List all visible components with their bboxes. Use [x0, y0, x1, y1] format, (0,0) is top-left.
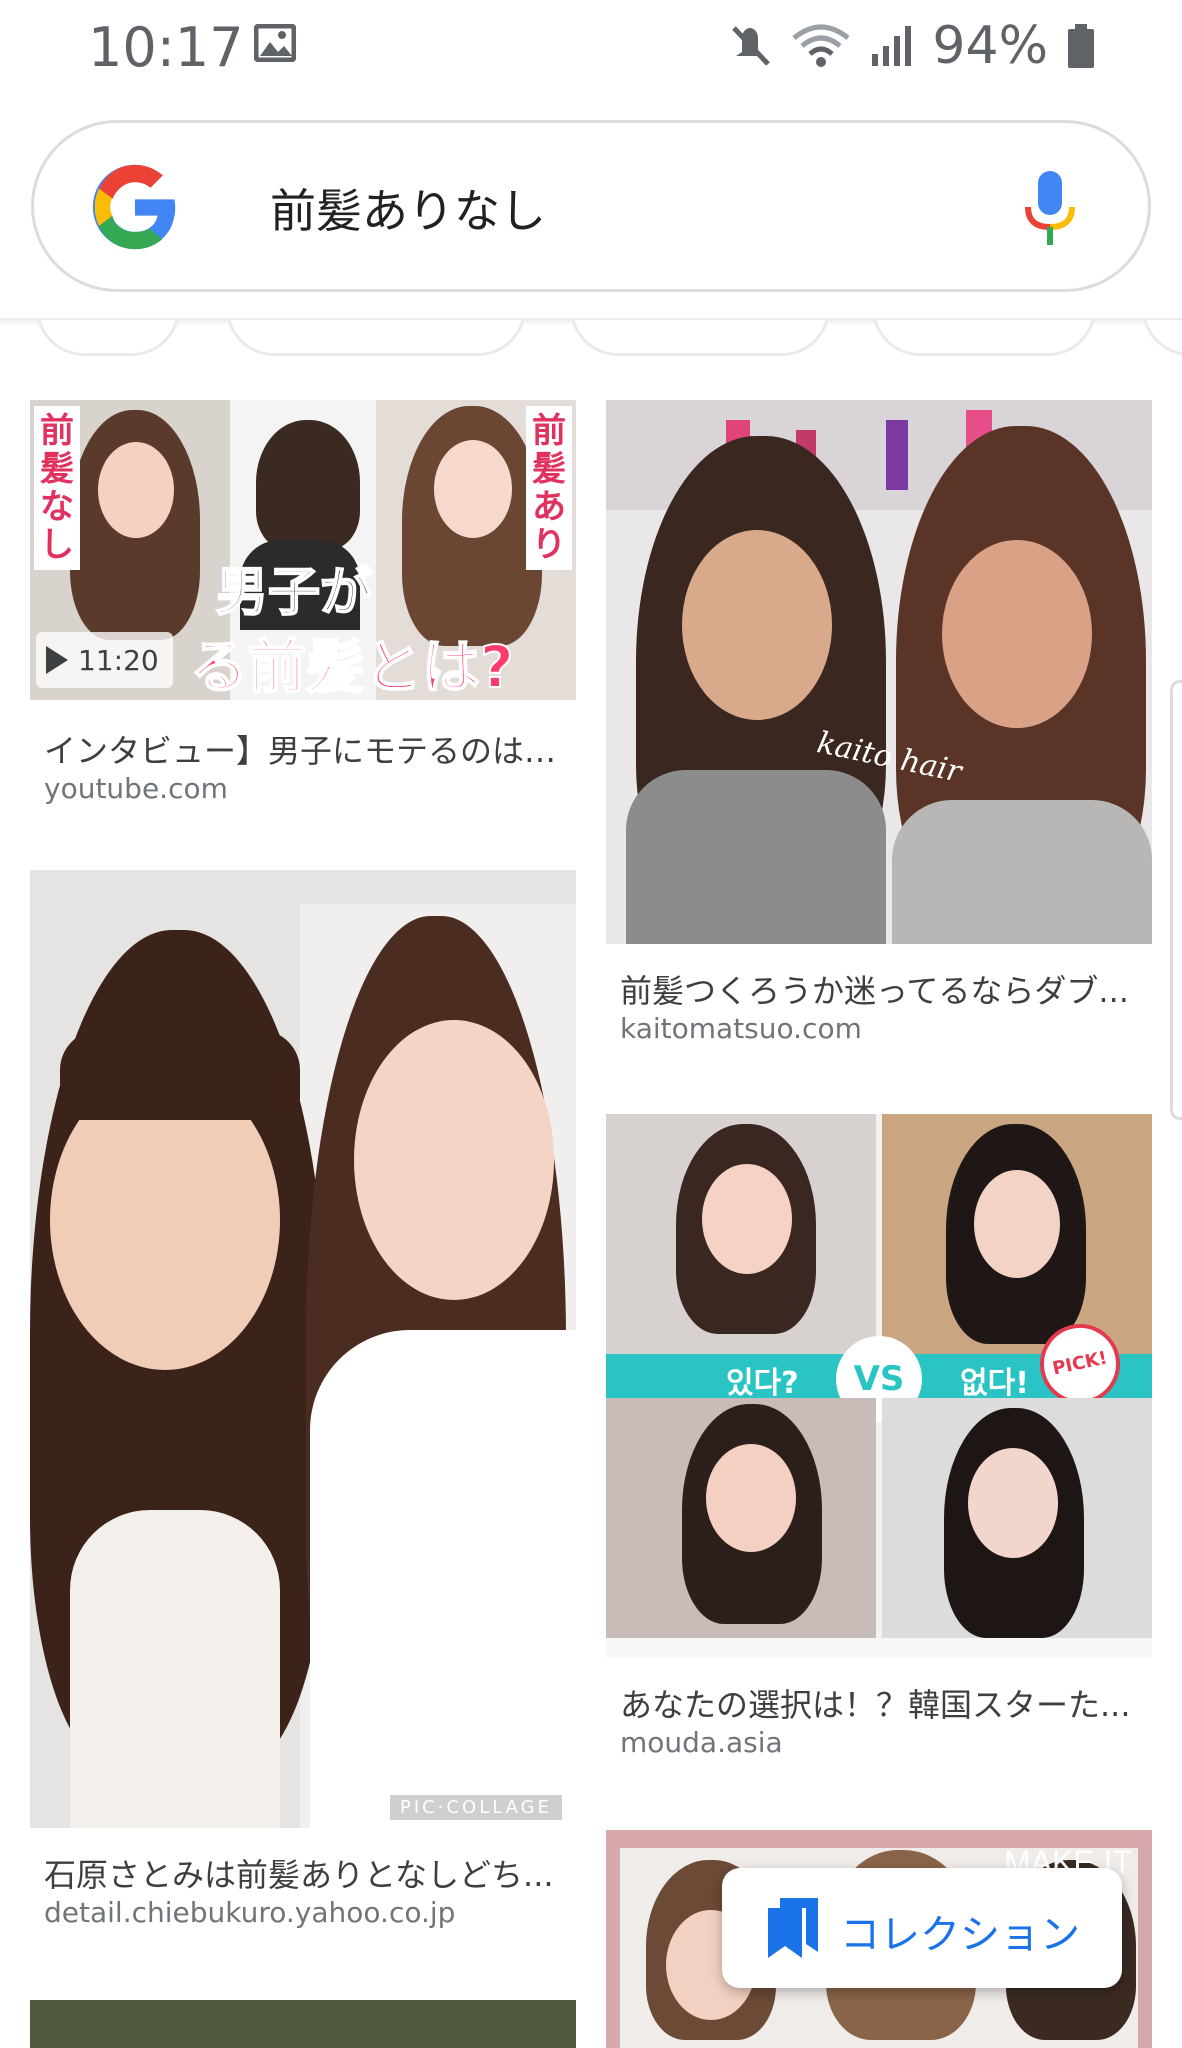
thumbnail-headline-top: 男子が [215, 562, 373, 624]
result-thumbnail[interactable]: 있다? VS 없다! PICK! [606, 1114, 1152, 1658]
wifi-icon [792, 24, 851, 67]
status-time: 10:17 [88, 16, 244, 79]
status-indicators: 94% [728, 16, 1096, 76]
result-card[interactable]: 있다? VS 없다! PICK! あなたの選択は！？韓国スターた... moud… [606, 1114, 1152, 1774]
chip-row [0, 320, 1182, 360]
google-g-icon[interactable] [89, 161, 181, 253]
scroll-indicator[interactable] [1170, 680, 1182, 1120]
result-thumbnail[interactable]: 前髪なし 前髪あり 男子が る前髪とは? 11:20 [30, 400, 576, 700]
result-card[interactable]: kaito hair 前髪つくろうか迷ってるならダブ... kaitomatsu… [606, 400, 1152, 1060]
result-title[interactable]: あなたの選択は！？韓国スターた... [620, 1680, 1140, 1726]
result-source: detail.chiebukuro.yahoo.co.jp [44, 1896, 456, 1929]
filter-chip[interactable] [36, 320, 180, 356]
result-thumbnail[interactable]: PIC·COLLAGE [30, 870, 576, 1828]
result-thumbnail[interactable]: kaito hair [606, 400, 1152, 944]
search-input[interactable]: 前髪ありなし [270, 175, 546, 241]
result-title[interactable]: 石原さとみは前髪ありとなしどち... [44, 1850, 564, 1896]
video-duration: 11:20 [78, 643, 159, 677]
vs-left-label: 있다? [726, 1366, 799, 1401]
play-icon [46, 646, 68, 674]
gallery-icon [254, 24, 296, 62]
filter-chip[interactable] [226, 320, 526, 356]
result-card[interactable]: 前髪なし 前髪あり 男子が る前髪とは? 11:20 インタビュー】男子にモテる… [30, 400, 576, 820]
thumbnail-headline-bottom: る前髪とは? [189, 632, 515, 700]
collection-button[interactable]: コレクション [722, 1868, 1122, 1988]
result-card[interactable]: PIC·COLLAGE 石原さとみは前髪ありとなしどち... detail.ch… [30, 870, 576, 1930]
result-source: youtube.com [44, 772, 228, 805]
battery-percent: 94% [932, 16, 1048, 76]
collection-label: コレクション [840, 1912, 1080, 1958]
mute-icon [732, 26, 771, 66]
status-bar: 10:17 94% [0, 0, 1182, 96]
result-card[interactable] [30, 2000, 576, 2048]
result-source: mouda.asia [620, 1726, 783, 1759]
result-thumbnail[interactable] [30, 2000, 576, 2048]
result-source: kaitomatsuo.com [620, 1012, 862, 1045]
mic-icon[interactable] [1020, 169, 1080, 249]
vs-right-label: 없다! [960, 1366, 1029, 1401]
battery-icon [1068, 24, 1094, 68]
signal-icon [872, 26, 912, 66]
thumbnail-right-label: 前髪あり [526, 406, 572, 570]
filter-chip[interactable] [872, 320, 1096, 356]
search-bar[interactable]: 前髪ありなし [31, 120, 1151, 292]
filter-chip[interactable] [570, 320, 830, 356]
result-title[interactable]: 前髪つくろうか迷ってるならダブ... [620, 966, 1140, 1012]
thumbnail-watermark: PIC·COLLAGE [390, 1795, 562, 1820]
result-title[interactable]: インタビュー】男子にモテるのは ... [44, 726, 564, 772]
bookmark-icon [768, 1898, 818, 1958]
filter-chip[interactable] [1142, 320, 1182, 356]
thumbnail-left-label: 前髪なし [34, 406, 80, 570]
video-duration-badge: 11:20 [36, 632, 173, 688]
